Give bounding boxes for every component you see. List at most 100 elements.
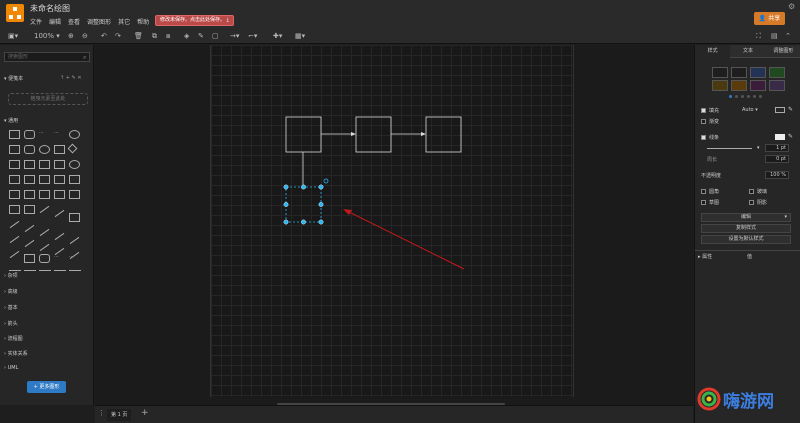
- menu-extras[interactable]: 其它: [118, 17, 130, 26]
- fill-row[interactable]: 填充: [701, 107, 719, 114]
- palette-shape[interactable]: [69, 236, 80, 245]
- palette-shape[interactable]: [24, 130, 35, 139]
- palette-shape[interactable]: [24, 160, 35, 169]
- section-flowchart[interactable]: › 流程图: [4, 335, 23, 342]
- fill-mode-select[interactable]: Auto ▾: [742, 107, 758, 113]
- palette-shape[interactable]: [24, 205, 35, 214]
- connection-style-icon[interactable]: →▾: [230, 31, 239, 41]
- palette-shape[interactable]: [24, 224, 35, 233]
- palette-shape[interactable]: [54, 190, 65, 199]
- palette-shape[interactable]: [69, 160, 80, 169]
- edit-dropdown[interactable]: 编辑 ▾: [701, 213, 791, 222]
- glass-row[interactable]: 玻璃: [749, 188, 767, 195]
- table-icon[interactable]: ▦▾: [295, 31, 305, 41]
- palette-shape[interactable]: [39, 254, 50, 263]
- perimeter-input[interactable]: 0 pt: [765, 155, 789, 163]
- section-misc[interactable]: › 杂项: [4, 272, 18, 279]
- palette-shape[interactable]: [69, 130, 80, 139]
- palette-shape[interactable]: [39, 190, 50, 199]
- zoom-out-icon[interactable]: ⊖: [82, 31, 88, 41]
- fill-color-swatch[interactable]: [775, 107, 785, 113]
- line-row[interactable]: 线条: [701, 134, 719, 141]
- palette-shape[interactable]: [39, 243, 50, 252]
- line-checkbox[interactable]: [701, 135, 706, 140]
- palette-shape[interactable]: [9, 130, 20, 139]
- tab-arrange[interactable]: 调整图形: [765, 45, 800, 58]
- style-swatch[interactable]: [769, 67, 785, 78]
- pages-menu-icon[interactable]: ⋮: [98, 409, 105, 417]
- palette-shape[interactable]: [9, 220, 20, 229]
- section-uml[interactable]: › UML: [4, 365, 18, 371]
- palette-shape[interactable]: [24, 239, 35, 248]
- palette-shape[interactable]: [39, 228, 50, 237]
- section-arrows[interactable]: › 箭头: [4, 320, 18, 327]
- tab-text[interactable]: 文本: [730, 45, 766, 58]
- canvas-area[interactable]: [95, 45, 693, 406]
- more-shapes-button[interactable]: + 更多图形: [27, 381, 66, 393]
- opacity-input[interactable]: 100 %: [765, 171, 789, 179]
- tab-style[interactable]: 样式: [695, 45, 731, 58]
- swatch-page-dot[interactable]: [729, 95, 732, 98]
- to-back-icon[interactable]: ⧈: [166, 31, 170, 41]
- shadow-row[interactable]: 阴影: [749, 199, 767, 206]
- palette-shape[interactable]: [9, 160, 20, 169]
- undo-icon[interactable]: ↶: [101, 31, 107, 41]
- rotate-handle-icon[interactable]: [323, 178, 329, 184]
- palette-shape[interactable]: [39, 205, 50, 214]
- shadow-icon[interactable]: ▢: [212, 31, 219, 41]
- palette-connector[interactable]: [69, 270, 81, 271]
- diagram-svg[interactable]: [211, 45, 575, 397]
- eyedropper-icon[interactable]: ✎: [788, 106, 793, 113]
- rounded-checkbox[interactable]: [701, 189, 706, 194]
- style-swatch[interactable]: [712, 67, 728, 78]
- palette-connector[interactable]: [24, 270, 36, 271]
- palette-shape[interactable]: [9, 205, 20, 214]
- menu-edit[interactable]: 编辑: [49, 17, 61, 26]
- scratchpad-actions-icon[interactable]: ↑ + ✎ ✕: [60, 75, 82, 81]
- palette-connector[interactable]: [39, 270, 51, 271]
- style-swatch[interactable]: [750, 67, 766, 78]
- style-swatch[interactable]: [731, 80, 747, 91]
- line-pattern-preview[interactable]: [707, 148, 752, 149]
- palette-shape[interactable]: [54, 232, 65, 241]
- section-advanced[interactable]: › 高级: [4, 288, 18, 295]
- scratchpad-header[interactable]: ▾ 便笺本: [4, 75, 23, 82]
- sketch-row[interactable]: 草图: [701, 199, 719, 206]
- selected-box[interactable]: [285, 186, 322, 223]
- palette-shape[interactable]: [24, 254, 35, 263]
- insert-icon[interactable]: ✚▾: [273, 31, 282, 41]
- collapse-icon[interactable]: ⌃: [785, 31, 791, 41]
- menu-arrange[interactable]: 调整图形: [87, 17, 111, 26]
- page-tab[interactable]: 第 1 页: [107, 409, 132, 421]
- palette-shape[interactable]: [39, 160, 50, 169]
- swatch-page-dot[interactable]: [753, 95, 756, 98]
- palette-shape[interactable]: [54, 175, 65, 184]
- shadow-checkbox[interactable]: [749, 200, 754, 205]
- style-swatch[interactable]: [731, 67, 747, 78]
- palette-shape[interactable]: [24, 175, 35, 184]
- sketch-checkbox[interactable]: [701, 200, 706, 205]
- palette-shape[interactable]: [39, 175, 50, 184]
- palette-shape[interactable]: ···: [54, 130, 65, 139]
- palette-shape[interactable]: [54, 209, 65, 218]
- gradient-checkbox[interactable]: [701, 119, 706, 124]
- add-page-icon[interactable]: +: [141, 408, 149, 418]
- shape-search-input[interactable]: 搜索图形: [4, 52, 90, 62]
- style-swatch[interactable]: [712, 80, 728, 91]
- palette-shape[interactable]: [39, 145, 50, 154]
- palette-shape[interactable]: [24, 190, 35, 199]
- eyedropper-icon[interactable]: ✎: [788, 133, 793, 140]
- style-swatch[interactable]: [769, 80, 785, 91]
- box-2[interactable]: [355, 116, 392, 153]
- drawing-page[interactable]: [210, 45, 574, 397]
- zoom-in-icon[interactable]: ⊕: [68, 31, 74, 41]
- box-1[interactable]: [285, 116, 322, 153]
- palette-shape[interactable]: ···: [69, 254, 80, 263]
- format-panel-toggle-icon[interactable]: ▣▾: [8, 31, 18, 41]
- palette-shape[interactable]: [54, 160, 65, 169]
- rounded-row[interactable]: 圆角: [701, 188, 719, 195]
- line-color-icon[interactable]: ✎: [198, 31, 204, 41]
- palette-shape[interactable]: ···: [39, 130, 50, 139]
- palette-shape[interactable]: [9, 175, 20, 184]
- properties-label[interactable]: ▸ 属性: [698, 253, 712, 260]
